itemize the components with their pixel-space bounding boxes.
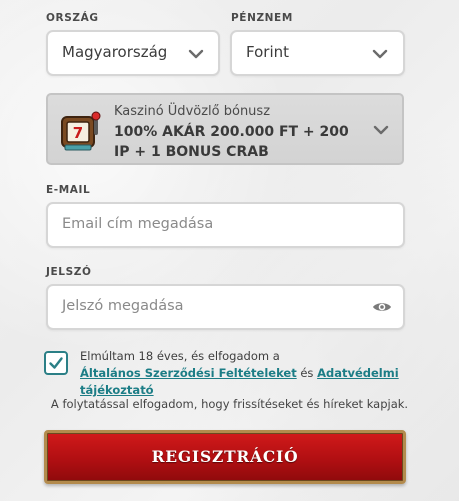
terms-text-before: Elmúltam 18 éves, és elfogadom a — [80, 349, 280, 363]
eye-icon[interactable] — [372, 300, 392, 314]
terms-conjunction: és — [300, 366, 314, 380]
currency-select-value: Forint — [246, 43, 289, 61]
terms-text: Elmúltam 18 éves, és elfogadom a Általán… — [80, 348, 410, 399]
chevron-down-icon — [372, 49, 388, 59]
chevron-down-icon — [188, 49, 204, 59]
newsletter-notice: A folytatással elfogadom, hogy frissítés… — [50, 397, 409, 411]
email-placeholder: Email cím megadása — [62, 216, 214, 232]
email-field[interactable]: Email cím megadása — [46, 202, 405, 248]
country-select-value: Magyarország — [62, 43, 168, 61]
bonus-title: Kaszinó Üdvözlő bónusz — [114, 104, 271, 119]
password-field[interactable]: Jelszó megadása — [46, 284, 405, 330]
terms-checkbox[interactable] — [44, 351, 68, 375]
terms-link[interactable]: Általános Szerződési Feltételeket — [80, 366, 297, 380]
country-label: ORSZÁG — [46, 12, 99, 24]
email-label: E-MAIL — [46, 184, 91, 196]
svg-text:7: 7 — [73, 124, 83, 142]
register-button[interactable]: REGISZTRÁCIÓ — [44, 430, 406, 484]
chevron-down-icon — [373, 125, 389, 135]
checkmark-icon — [49, 357, 63, 369]
currency-label: PÉNZNEM — [231, 12, 293, 24]
currency-select[interactable]: Forint — [230, 30, 405, 76]
password-placeholder: Jelszó megadása — [62, 298, 184, 314]
slot-machine-icon: 7 — [61, 111, 101, 151]
country-select[interactable]: Magyarország — [46, 30, 220, 76]
register-button-label: REGISZTRÁCIÓ — [151, 447, 299, 466]
bonus-select[interactable]: 7 Kaszinó Üdvözlő bónusz 100% AKÁR 200.0… — [46, 93, 404, 165]
password-label: JELSZÓ — [46, 266, 92, 278]
bonus-offer: 100% AKÁR 200.000 FT + 200 IP + 1 BONUS … — [114, 124, 349, 160]
